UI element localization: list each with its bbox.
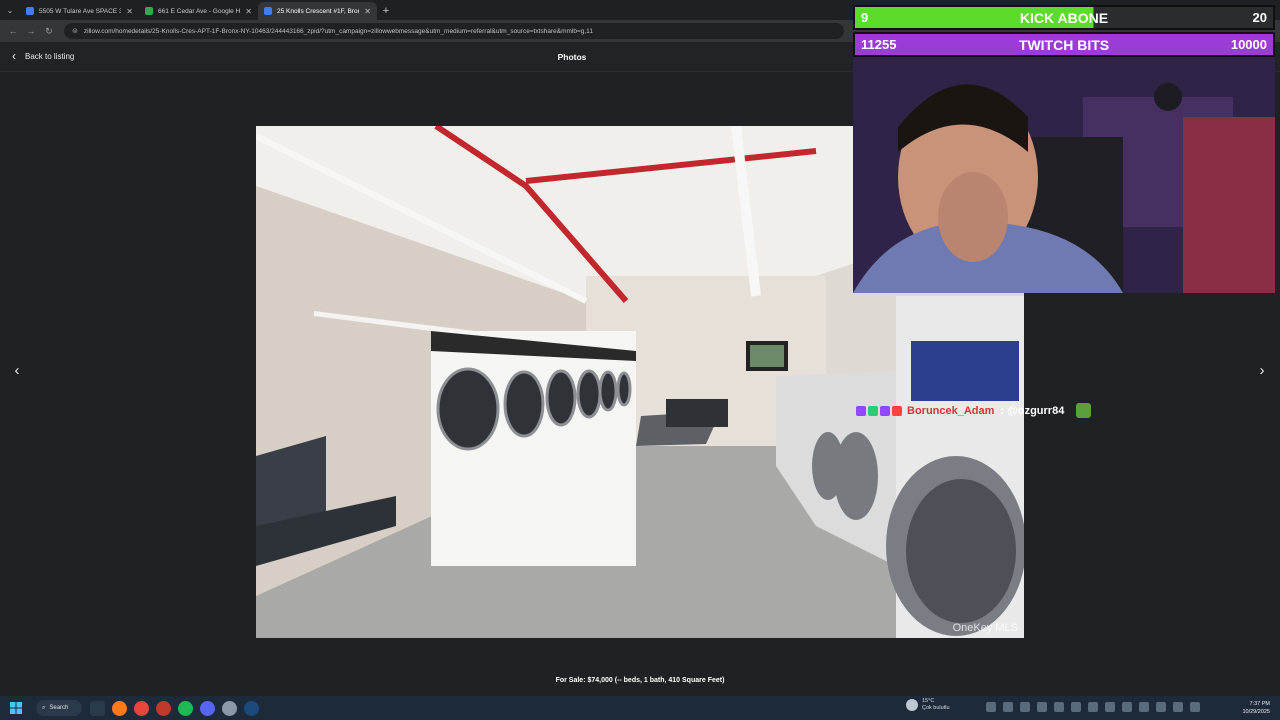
system-tray (986, 702, 1200, 712)
subscriber-badge-icon (880, 405, 890, 416)
kick-goal-current: 9 (861, 10, 869, 25)
tray-icon[interactable] (1139, 702, 1149, 712)
tab-title: 661 E Cedar Ave - Google Harit (158, 7, 241, 15)
twitch-bits-goal-bar: 11255 TWITCH BITS 10000 (853, 32, 1275, 57)
kick-subscriber-goal-bar: 9 KICK ABONE 20 (853, 5, 1275, 30)
mls-watermark: OneKey MLS (952, 622, 1018, 634)
chrome-icon[interactable] (134, 700, 149, 716)
firefox-icon[interactable] (112, 700, 127, 716)
emote-icon (1076, 403, 1092, 418)
bits-badge-icon (892, 405, 902, 416)
zillow-favicon-icon (264, 7, 272, 15)
stream-overlay: 9 KICK ABONE 20 11255 TWITCH BITS 10000 (853, 5, 1275, 293)
tab-title: 5505 W Tulare Ave SPACE 37B, (39, 7, 122, 15)
next-photo-button[interactable]: › (1252, 360, 1272, 380)
kick-goal-target: 20 (1252, 10, 1267, 25)
tray-icon[interactable] (1071, 702, 1081, 712)
search-label: Search (49, 705, 69, 711)
tray-icon[interactable] (1105, 702, 1115, 712)
url-text: zillow.com/homedetails/25-Knolls-Cres-AP… (83, 27, 593, 35)
tray-icon[interactable] (1088, 702, 1098, 712)
tray-icon[interactable] (1156, 702, 1166, 712)
reload-icon[interactable]: ↻ (40, 22, 58, 40)
wifi-icon[interactable] (1173, 702, 1183, 712)
weather-temperature: 15°C (922, 698, 935, 704)
app-icon[interactable] (156, 700, 171, 716)
tray-icon[interactable] (1054, 702, 1064, 712)
back-arrow-icon[interactable]: ← (4, 22, 22, 40)
cloud-icon (906, 699, 918, 711)
google-maps-favicon-icon (145, 7, 153, 15)
bits-goal-target: 10000 (1230, 37, 1267, 52)
forward-arrow-icon[interactable]: → (22, 22, 40, 40)
task-view-icon[interactable] (90, 700, 105, 716)
tray-icon[interactable] (986, 702, 996, 712)
windows-start-button[interactable] (4, 696, 28, 720)
search-icon: ⌕ (42, 704, 46, 711)
close-tab-icon[interactable]: ✕ (126, 7, 133, 16)
discord-icon[interactable] (200, 700, 215, 716)
streamer-webcam (853, 57, 1275, 293)
chevron-right-icon: › (1259, 361, 1265, 379)
previous-photo-button[interactable]: ‹ (7, 360, 27, 380)
chevron-left-icon: ‹ (14, 361, 20, 379)
windows-logo-icon (10, 702, 22, 714)
tab-search-button[interactable]: ⌄ (0, 0, 20, 20)
listing-caption: For Sale: $74,000 (-- beds, 1 bath, 410 … (555, 677, 725, 684)
bits-goal-label: TWITCH BITS (1018, 36, 1110, 53)
spotify-icon[interactable] (178, 700, 193, 716)
bits-goal-current: 11255 (861, 37, 897, 52)
tab-3-active[interactable]: 25 Knolls Crescent #1F, Bronx, N ✕ (258, 2, 377, 20)
verified-badge-icon (868, 405, 878, 416)
close-tab-icon[interactable]: ✕ (364, 7, 371, 16)
twitch-badge-icon (856, 405, 866, 416)
chat-username: Boruncek_Adam (907, 404, 995, 417)
tray-icon[interactable] (1003, 702, 1013, 712)
chat-message: Boruncek_Adam : @ozgurr84 (856, 403, 1092, 418)
close-tab-icon[interactable]: ✕ (245, 7, 252, 16)
tab-title: 25 Knolls Crescent #1F, Bronx, N (277, 7, 359, 15)
steam-icon[interactable] (244, 700, 259, 716)
volume-icon[interactable] (1190, 702, 1200, 712)
kick-goal-label: KICK ABONE (1019, 9, 1109, 26)
new-tab-button[interactable]: + (377, 2, 395, 20)
tray-icon[interactable] (1122, 702, 1132, 712)
taskbar-clock[interactable]: 7:37 PM 10/29/2025 (1242, 700, 1270, 716)
chat-text: : @ozgurr84 (1000, 404, 1065, 417)
settings-icon[interactable] (222, 700, 237, 716)
weather-widget[interactable]: 15°C Çok bulutlu (906, 698, 950, 712)
tab-1[interactable]: 5505 W Tulare Ave SPACE 37B, ✕ (20, 2, 139, 20)
webcam-image (853, 57, 1275, 293)
clock-time: 7:37 PM (1249, 701, 1270, 707)
zillow-favicon-icon (26, 7, 34, 15)
clock-date: 10/29/2025 (1242, 709, 1270, 715)
address-bar[interactable]: ⊜ zillow.com/homedetails/25-Knolls-Cres-… (64, 23, 844, 39)
tray-icon[interactable] (1037, 702, 1047, 712)
site-info-icon[interactable]: ⊜ (72, 27, 78, 35)
tray-icon[interactable] (1020, 702, 1030, 712)
taskbar-search[interactable]: ⌕ Search (36, 700, 82, 716)
tab-2[interactable]: 661 E Cedar Ave - Google Harit ✕ (139, 2, 258, 20)
weather-description: Çok bulutlu (922, 705, 950, 711)
windows-taskbar: ⌕ Search 15°C Çok bulutlu 7:37 PM 10/29/… (0, 696, 1280, 720)
